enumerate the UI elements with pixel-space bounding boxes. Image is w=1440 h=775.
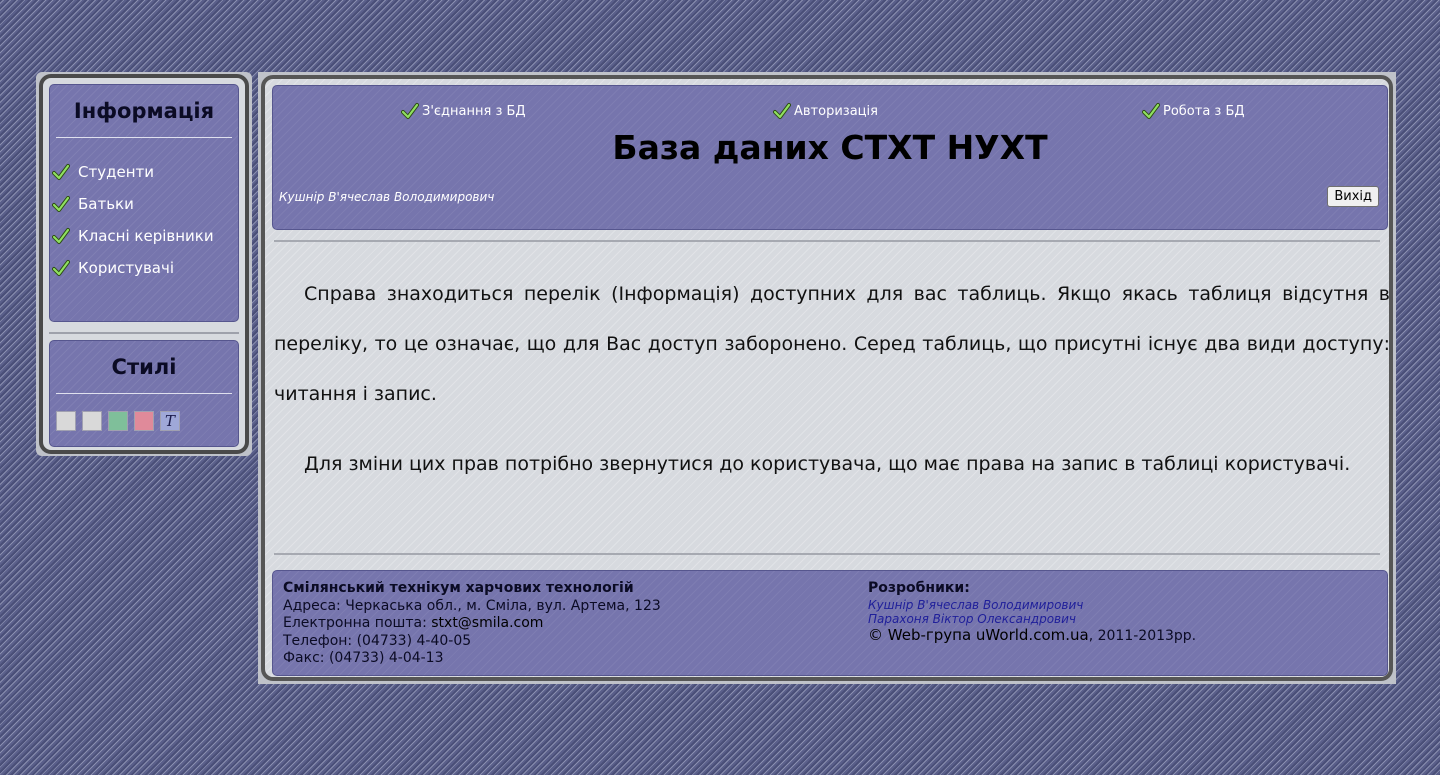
sidebar-item-class-teachers[interactable]: Класні керівники (50, 220, 238, 252)
style-swatch-green[interactable] (108, 411, 128, 431)
content-paragraph: Справа знаходиться перелік (Інформація) … (274, 283, 1390, 405)
nav-label[interactable]: Авторизація (794, 104, 878, 119)
phone: Телефон: (04733) 4-40-05 (283, 632, 472, 649)
divider (274, 240, 1380, 242)
footer: Смілянський технікум харчових технологій… (272, 570, 1388, 676)
org-name: Смілянський технікум харчових технологій (283, 580, 634, 596)
developers-title: Розробники: (868, 580, 970, 596)
check-icon (52, 259, 70, 277)
logout-button[interactable]: Вихід (1327, 186, 1379, 207)
fax: Факс: (04733) 4-04-13 (283, 650, 444, 666)
email-label: Електронна пошта: (283, 615, 432, 631)
copyright: © Web-група uWorld.com.ua, 2011-2013рр. (868, 626, 1197, 646)
sidebar-item-parents[interactable]: Батьки (50, 188, 238, 220)
style-swatch-pink[interactable] (134, 411, 154, 431)
header: З'єднання з БД Авторизація Робота з БД Б… (272, 85, 1388, 230)
style-swatch-text[interactable]: T (160, 411, 180, 431)
sidebar-item-label[interactable]: Користувачі (78, 259, 174, 277)
divider (56, 137, 232, 138)
sidebar-item-label[interactable]: Батьки (78, 195, 134, 213)
email-line: Електронна пошта: stxt@smila.com (283, 615, 661, 633)
check-icon (52, 195, 70, 213)
sidebar-item-students[interactable]: Студенти (50, 156, 238, 188)
developer-link[interactable]: Кушнір В'ячеслав Володимирович (868, 598, 1196, 613)
nav-authorization[interactable]: Авторизація (773, 102, 878, 120)
main-content: Справа знаходиться перелік (Інформація) … (274, 269, 1390, 509)
check-icon (52, 227, 70, 245)
divider (56, 393, 232, 394)
page-title: База даних СТХТ НУХТ (612, 128, 1048, 167)
developer-link[interactable]: Парахоня Віктор Олександрович (868, 612, 1196, 627)
style-swatch-gray-1[interactable] (56, 411, 76, 431)
main-area: З'єднання з БД Авторизація Робота з БД Б… (258, 72, 1396, 684)
copyright-years: , 2011-2013рр. (1088, 627, 1197, 644)
nav-db-work[interactable]: Робота з БД (1142, 102, 1245, 120)
check-icon (773, 102, 791, 120)
sidebar-item-label[interactable]: Класні керівники (78, 227, 214, 245)
info-panel: Інформація Студенти Батьки Класні керівн… (49, 84, 239, 322)
footer-contacts: Смілянський технікум харчових технологій… (283, 580, 661, 668)
check-icon (1142, 102, 1160, 120)
nav-db-connection[interactable]: З'єднання з БД (401, 102, 526, 120)
nav-label[interactable]: Робота з БД (1163, 104, 1245, 119)
divider (49, 332, 239, 334)
email-link[interactable]: stxt@smila.com (431, 615, 543, 631)
divider (274, 553, 1380, 555)
info-panel-title: Інформація (73, 99, 215, 123)
address: Адреса: Черкаська обл., м. Сміла, вул. А… (283, 597, 661, 614)
styles-panel: Стилі T (49, 340, 239, 447)
style-swatches: T (56, 411, 238, 431)
sidebar-frame: Інформація Студенти Батьки Класні керівн… (39, 74, 249, 454)
styles-panel-title: Стилі (111, 355, 177, 379)
sidebar-item-label[interactable]: Студенти (78, 163, 154, 181)
check-icon (52, 163, 70, 181)
sidebar-item-users[interactable]: Користувачі (50, 252, 238, 284)
copyright-group[interactable]: © Web-група uWorld.com.ua (868, 626, 1089, 644)
sidebar-list: Студенти Батьки Класні керівники Користу… (50, 156, 238, 284)
check-icon (401, 102, 419, 120)
style-swatch-gray-2[interactable] (82, 411, 102, 431)
content-paragraph: Для зміни цих прав потрібно звернутися д… (304, 453, 1351, 475)
nav-label[interactable]: З'єднання з БД (422, 104, 526, 119)
footer-developers: Розробники: Кушнір В'ячеслав Володимиров… (868, 580, 1196, 645)
current-user: Кушнір В'ячеслав Володимирович (279, 190, 495, 204)
sidebar: Інформація Студенти Батьки Класні керівн… (36, 72, 252, 456)
main-frame: З'єднання з БД Авторизація Робота з БД Б… (261, 75, 1393, 681)
